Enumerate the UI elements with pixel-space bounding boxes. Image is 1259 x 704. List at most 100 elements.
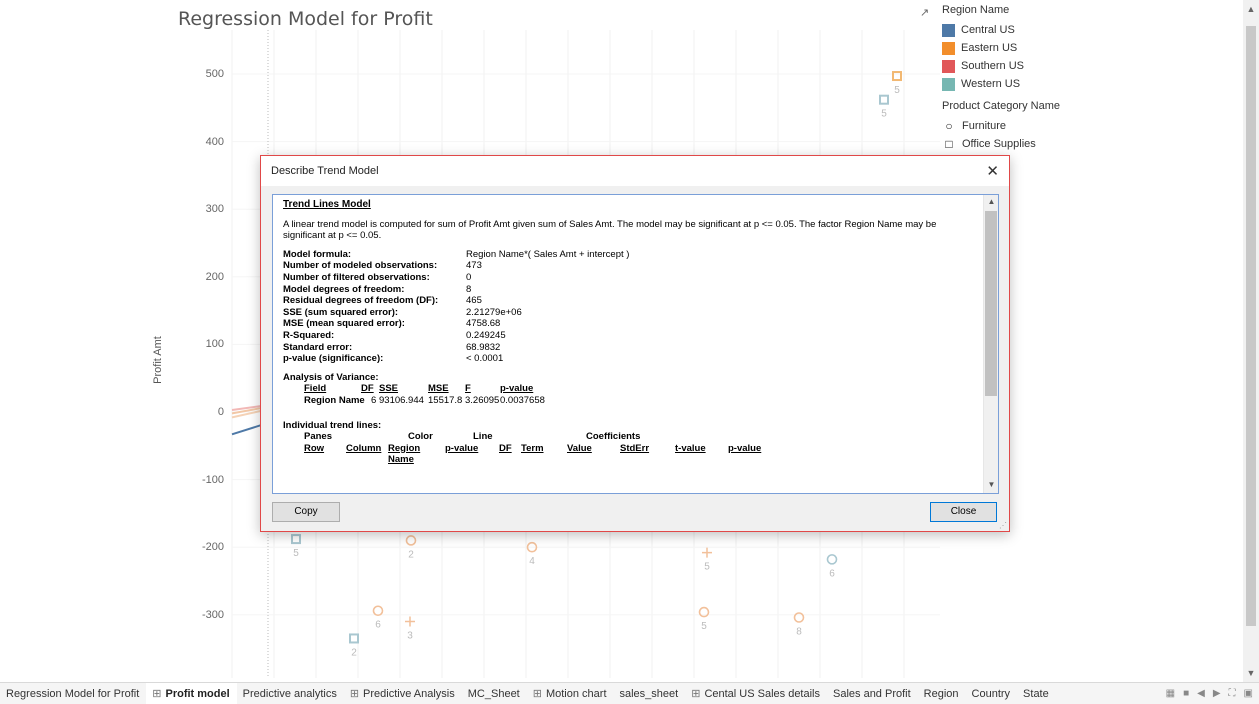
data-point-label: 2 bbox=[351, 647, 357, 658]
dialog-scrollbar-thumb[interactable] bbox=[985, 211, 997, 396]
close-button[interactable]: Close bbox=[930, 502, 997, 522]
legend-popout-icon[interactable]: ↗ bbox=[920, 6, 929, 19]
color-swatch bbox=[942, 41, 955, 55]
y-tick-label: 0 bbox=[217, 406, 224, 418]
presentation-icon[interactable]: ▣ bbox=[1244, 688, 1253, 699]
sheet-tab[interactable]: MC_Sheet bbox=[462, 683, 527, 704]
scrollbar-thumb[interactable] bbox=[1246, 26, 1256, 626]
sheet-tab[interactable]: sales_sheet bbox=[614, 683, 686, 704]
data-point[interactable]: 4 bbox=[526, 541, 538, 568]
show-tabs-icon[interactable]: ■ bbox=[1183, 688, 1189, 699]
data-point[interactable]: 3 bbox=[405, 616, 415, 642]
y-tick-label: 300 bbox=[205, 203, 224, 216]
dashboard-icon: ⊞ bbox=[532, 687, 542, 700]
vertical-scrollbar[interactable]: ▲ ▼ bbox=[1243, 0, 1259, 682]
model-description-panel[interactable]: Trend Lines Model A linear trend model i… bbox=[272, 194, 999, 494]
trend-column-header: Region Name bbox=[388, 442, 421, 466]
dialog-scrollbar[interactable]: ▲ ▼ bbox=[983, 195, 998, 493]
scroll-down-icon[interactable]: ▼ bbox=[1243, 668, 1259, 678]
trend-column-headers: Row Column Region Name p-value DF Term Value St… bbox=[283, 443, 978, 466]
stat-value: 465 bbox=[466, 295, 482, 307]
fullscreen-icon[interactable]: ⛶ bbox=[1229, 688, 1236, 699]
data-point[interactable]: 6 bbox=[372, 605, 384, 631]
previous-sheet-icon[interactable]: ◀ bbox=[1197, 688, 1205, 699]
sheet-tab[interactable]: ⊞ Predictive Analysis bbox=[344, 683, 462, 704]
sheet-tab-label: Predictive Analysis bbox=[363, 687, 455, 700]
data-point[interactable]: 2 bbox=[349, 633, 359, 658]
dialog-title-bar: Describe Trend Model bbox=[261, 156, 1009, 186]
legend-item[interactable]: ○ Furniture bbox=[942, 117, 1060, 135]
anova-row: Region Name 6 93106.944 15517.8 3.26095 … bbox=[283, 395, 978, 407]
stat-value: Region Name*( Sales Amt + intercept ) bbox=[466, 248, 630, 260]
sheet-tab[interactable]: ⊞ Profit model bbox=[146, 682, 237, 704]
sheet-tab[interactable]: ⊞ Motion chart bbox=[527, 683, 614, 704]
legend-item[interactable]: □ Office Supplies bbox=[942, 135, 1060, 153]
circle-mark bbox=[372, 605, 384, 617]
stat-label: Standard error: bbox=[283, 341, 353, 353]
color-swatch bbox=[942, 23, 955, 37]
square-mark bbox=[892, 71, 902, 82]
sheet-tab[interactable]: Regression Model for Profit bbox=[0, 683, 146, 704]
sheet-tab-label: Sales and Profit bbox=[833, 687, 911, 700]
anova-header-f: F bbox=[465, 383, 471, 395]
data-point[interactable]: 2 bbox=[405, 535, 417, 561]
data-point[interactable]: 8 bbox=[793, 612, 805, 638]
stat-label: SSE (sum squared error): bbox=[283, 306, 399, 318]
stat-value: 0 bbox=[466, 271, 472, 283]
sheet-tab[interactable]: State bbox=[1017, 683, 1056, 704]
stat-row: Number of filtered observations: 0 bbox=[283, 272, 978, 284]
sheet-tab-label: Region bbox=[923, 687, 959, 700]
trend-column-header: p-value bbox=[728, 442, 762, 454]
data-point-label: 5 bbox=[881, 109, 887, 120]
dashboard-icon: ⊞ bbox=[691, 687, 701, 700]
legend-item[interactable]: Southern US bbox=[942, 57, 1060, 75]
tab-controls: ▦ ■ ◀ ▶ ⛶ ▣ bbox=[1166, 688, 1259, 699]
sheet-tab[interactable]: ⊞ Cental US Sales details bbox=[685, 683, 827, 704]
scroll-up-icon[interactable]: ▲ bbox=[1243, 4, 1259, 14]
next-sheet-icon[interactable]: ▶ bbox=[1213, 688, 1221, 699]
stat-label: Model degrees of freedom: bbox=[283, 283, 405, 295]
data-point[interactable]: 5 bbox=[702, 547, 712, 573]
legend-item[interactable]: Eastern US bbox=[942, 39, 1060, 57]
stat-label: R-Squared: bbox=[283, 329, 335, 341]
sheet-tab[interactable]: Country bbox=[966, 683, 1018, 704]
data-point[interactable]: 5 bbox=[892, 71, 902, 96]
y-axis-title: Profit Amt bbox=[152, 336, 164, 384]
trend-column-header: Term bbox=[521, 442, 544, 454]
sheet-tab-label: Profit model bbox=[165, 687, 230, 700]
color-swatch bbox=[942, 77, 955, 91]
anova-cell-pvalue: 0.0037658 bbox=[500, 394, 545, 406]
resize-grip-icon[interactable]: ⋰ bbox=[999, 521, 1007, 530]
close-icon[interactable]: ✕ bbox=[986, 162, 999, 180]
stat-row: Residual degrees of freedom (DF): 465 bbox=[283, 295, 978, 307]
plus-mark bbox=[702, 547, 712, 558]
sheet-tab-label: Predictive analytics bbox=[242, 687, 337, 700]
legend-item-label: Central US bbox=[961, 24, 1015, 36]
show-filmstrip-icon[interactable]: ▦ bbox=[1166, 688, 1175, 699]
dialog-scroll-up-icon[interactable]: ▲ bbox=[984, 197, 998, 206]
model-stats: Model formula: Region Name*( Sales Amt + … bbox=[283, 249, 978, 365]
y-tick-label: -200 bbox=[201, 541, 224, 554]
sheet-tab[interactable]: Predictive analytics bbox=[237, 683, 344, 704]
data-point[interactable]: 6 bbox=[826, 554, 838, 580]
copy-button[interactable]: Copy bbox=[272, 502, 340, 522]
dialog-scroll-down-icon[interactable]: ▼ bbox=[984, 480, 998, 489]
trend-group-color: Color bbox=[408, 431, 433, 443]
trend-group-coefficients: Coefficients bbox=[586, 431, 641, 443]
sheet-tab[interactable]: Region bbox=[918, 683, 966, 704]
data-point[interactable]: 5 bbox=[879, 94, 889, 120]
legend-item[interactable]: Western US bbox=[942, 75, 1060, 93]
stat-value: 4758.68 bbox=[466, 318, 501, 330]
stat-row: p-value (significance): < 0.0001 bbox=[283, 353, 978, 365]
stat-row: SSE (sum squared error): 2.21279e+06 bbox=[283, 307, 978, 319]
anova-cell-mse: 15517.8 bbox=[428, 394, 463, 406]
dashboard-icon: ⊞ bbox=[349, 687, 360, 700]
sheet-tab[interactable]: Sales and Profit bbox=[827, 683, 918, 704]
trend-group-line: Line bbox=[473, 431, 493, 443]
legend-item[interactable]: Central US bbox=[942, 21, 1060, 39]
sheet-tab-label: Motion chart bbox=[545, 687, 607, 700]
anova-cell-df: 6 bbox=[371, 394, 377, 406]
data-point[interactable]: 5 bbox=[698, 606, 710, 633]
stat-value: 2.21279e+06 bbox=[466, 306, 522, 318]
stat-value: 473 bbox=[466, 260, 482, 272]
